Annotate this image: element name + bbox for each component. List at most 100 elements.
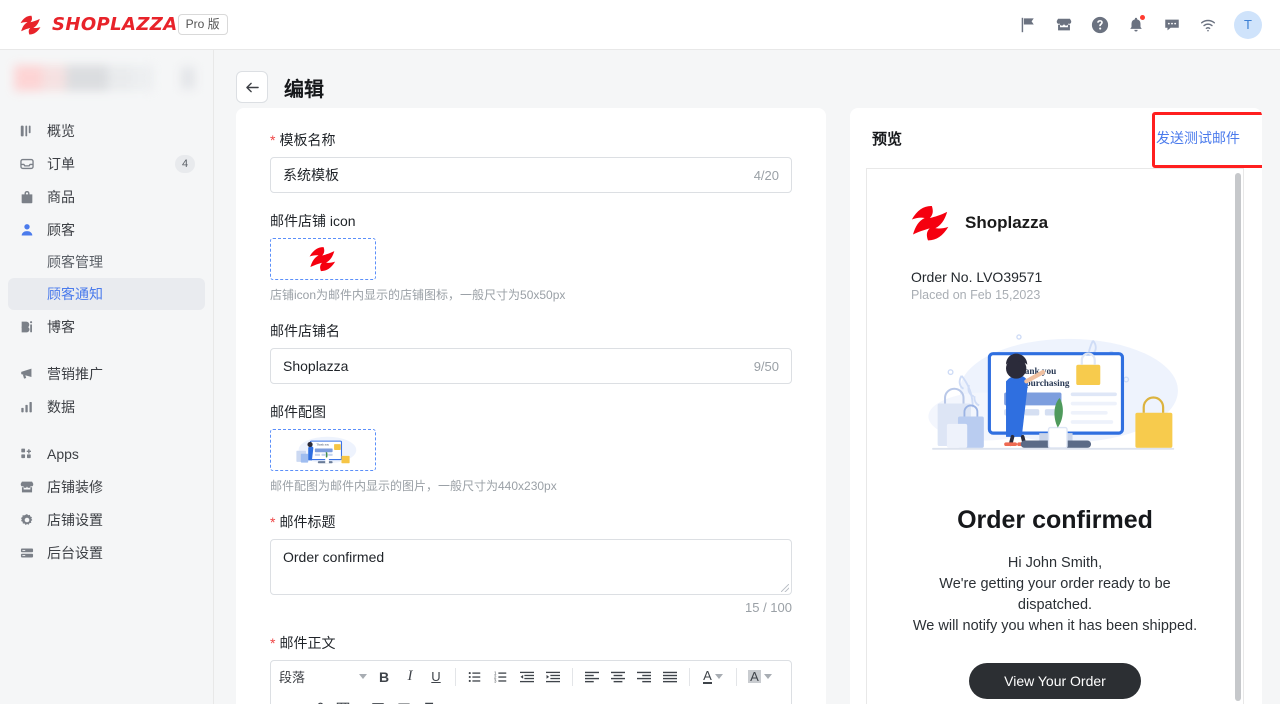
email-preview-content: Shoplazza Order No. LVO39571 Placed on F… [867,169,1243,699]
back-button[interactable] [236,71,268,103]
resize-handle[interactable] [781,584,789,592]
paragraph-format-value: 段落 [279,670,306,685]
highlight-color-button[interactable]: A [743,665,777,689]
table-button[interactable] [331,696,365,704]
field-label: 邮件配图 [270,402,792,422]
preview-frame: Shoplazza Order No. LVO39571 Placed on F… [866,168,1244,704]
insert-image-button[interactable] [365,696,391,704]
overview-icon [18,122,36,140]
field-hint: 店铺icon为邮件内显示的店铺图标，一般尺寸为50x50px [270,288,566,302]
input-value: Shoplazza [283,358,349,374]
nav-divider-gap [0,343,213,357]
page-header: 编辑 [214,50,1280,108]
sidebar-item-label: 营销推广 [47,365,103,382]
help-icon[interactable] [1090,15,1110,35]
store-selector[interactable] [0,50,213,106]
storefront-icon [18,478,36,496]
numbered-list-button[interactable]: 1 2 3 [488,665,514,689]
required-marker: * [270,635,276,651]
sidebar-item-label: 后台设置 [47,544,103,561]
align-justify-button[interactable] [657,665,683,689]
field-label: 邮件店铺名 [270,321,792,341]
link-button[interactable] [305,696,331,704]
email-preview-panel: 预览 发送测试邮件 Shoplazza Order No. LVO39571 P… [850,108,1262,704]
shoplazza-logo-icon [309,247,336,272]
sidebar-item-products[interactable]: 商品 [8,180,205,213]
sidebar-item-apps[interactable]: Apps [8,437,205,470]
avatar[interactable]: T [1234,10,1262,39]
send-test-email-button[interactable]: 发送测试邮件 [1156,128,1240,148]
bullet-list-button[interactable] [462,665,488,689]
toolbar-separator [455,667,456,686]
email-brand-row: Shoplazza [911,203,1199,243]
sidebar-item-store-settings[interactable]: 店铺设置 [8,503,205,536]
editor-toolbar-row-2: <> [271,692,791,704]
shoplazza-logo-icon [911,205,949,241]
sidebar-item-blog[interactable]: 博客 [8,310,205,343]
store-icon-uploader[interactable] [270,238,376,280]
products-icon [18,188,36,206]
sidebar-item-storefront[interactable]: 店铺装修 [8,470,205,503]
svg-text:3: 3 [494,678,497,683]
sidebar-item-orders[interactable]: 订单 4 [8,147,205,180]
source-code-button[interactable]: <> [279,696,305,704]
notification-badge-dot [1140,14,1145,20]
insert-video-button[interactable] [391,696,417,704]
sidebar-item-label: 博客 [47,318,75,335]
message-icon[interactable] [1162,15,1182,35]
analytics-icon [18,398,36,416]
sidebar-item-analytics[interactable]: 数据 [8,390,205,423]
preview-scrollbar[interactable] [1235,173,1241,701]
toolbar-separator [572,667,573,686]
char-counter: 9/50 [753,358,779,374]
email-image-uploader[interactable]: Thank you [270,429,376,471]
preview-title: 预览 [872,130,903,148]
brand-logo[interactable]: SHOPLAZZA [20,14,178,35]
field-label: 邮件店铺 icon [270,211,792,231]
orders-count-badge: 4 [175,154,195,173]
clear-format-button[interactable] [417,696,443,704]
content-columns: * 模板名称 系统模板 4/20 邮件店铺 icon 店铺icon为邮件内显示的… [214,108,1280,704]
align-center-button[interactable] [605,665,631,689]
email-order-date: Placed on Feb 15,2023 [911,288,1041,302]
field-email-body: * 邮件正文 段落 B I U 1 2 3 A A [270,633,792,704]
email-order-number: Order No. LVO39571 [911,269,1043,285]
label-text: 邮件配图 [270,404,326,420]
view-your-order-button[interactable]: View Your Order [969,663,1141,699]
flag-icon[interactable] [1018,15,1038,35]
bold-button[interactable]: B [371,665,397,689]
align-left-button[interactable] [579,665,605,689]
template-name-input[interactable]: 系统模板 4/20 [270,157,792,193]
sidebar-item-customers[interactable]: 顾客 [8,213,205,246]
italic-button[interactable]: I [397,665,423,689]
editor-toolbar-row-1: 段落 B I U 1 2 3 A A [271,661,791,692]
field-email-subject: * 邮件标题 Order confirmed 15 / 100 [270,512,792,615]
sidebar-subitem-customer-notifications[interactable]: 顾客通知 [8,278,205,310]
store-selector-chevron-icon [181,67,195,89]
store-icon[interactable] [1054,15,1074,35]
indent-button[interactable] [540,665,566,689]
underline-button[interactable]: U [423,665,449,689]
wifi-icon[interactable] [1198,15,1218,35]
top-bar: SHOPLAZZA Pro 版 T [0,0,1280,50]
sidebar-item-marketing[interactable]: 营销推广 [8,357,205,390]
sidebar-item-overview[interactable]: 概览 [8,114,205,147]
align-right-button[interactable] [631,665,657,689]
field-label: * 模板名称 [270,130,792,150]
bell-icon[interactable] [1126,14,1146,35]
outdent-button[interactable] [514,665,540,689]
label-text: 邮件店铺名 [270,323,340,339]
sidebar-subitem-customer-management[interactable]: 顾客管理 [8,246,205,278]
text-color-button[interactable]: A [696,665,730,689]
sidebar-subitem-label: 顾客管理 [47,254,103,270]
page-title: 编辑 [284,78,324,101]
sidebar-subitem-label: 顾客通知 [47,286,103,302]
sidebar-item-admin-settings[interactable]: 后台设置 [8,536,205,569]
store-name-input[interactable]: Shoplazza 9/50 [270,348,792,384]
char-counter: 15 / 100 [745,600,792,615]
paragraph-format-select[interactable]: 段落 [279,667,371,686]
email-subject-textarea[interactable]: Order confirmed [270,539,792,595]
field-email-image: 邮件配图 Thank you 邮件配图为邮件内显示的图片，一般尺寸为440x23… [270,402,792,494]
email-body-text: Hi John Smith, We're getting your order … [911,553,1199,637]
email-heading: Order confirmed [957,506,1153,534]
